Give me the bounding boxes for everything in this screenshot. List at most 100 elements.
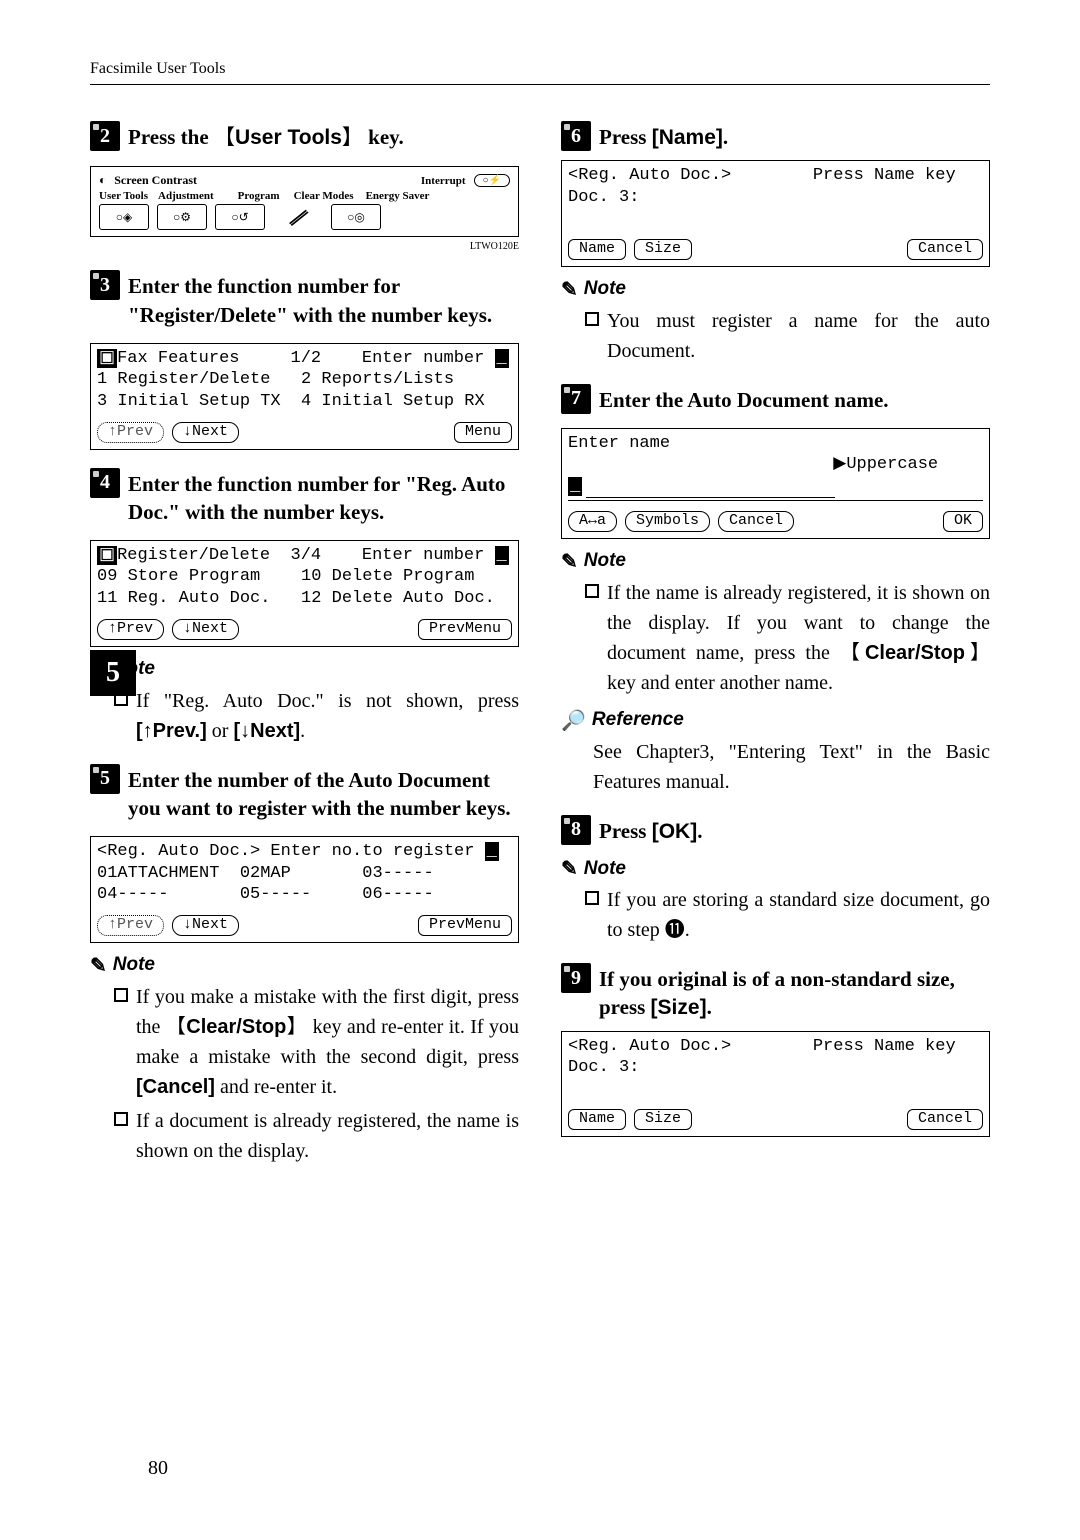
lcd4-next-button[interactable]: ↓Next (172, 619, 239, 640)
step-number-4: 4 (90, 468, 120, 498)
interrupt-label: Interrupt (421, 175, 466, 187)
reference-heading: Reference (592, 709, 684, 731)
name-softkey: Name (652, 126, 723, 149)
step8-b: . (697, 819, 702, 843)
step2-text-b: key. (363, 125, 404, 149)
note-icon: ✎ (561, 856, 578, 881)
note-heading: Note (584, 550, 626, 572)
bullet-icon (585, 584, 599, 598)
lcd5-prevmenu-button[interactable]: PrevMenu (418, 915, 512, 936)
ok-softkey: OK (652, 820, 698, 843)
lcd7-l1: Enter name (568, 433, 983, 454)
step-number-3: 3 (90, 270, 120, 300)
lcd-register-delete: ▣Register/Delete 3/4 Enter number _ 09 S… (90, 540, 519, 647)
note5a-tail: and re-enter it. (215, 1076, 337, 1098)
lcd3-prev-button[interactable]: ↑Prev (97, 422, 164, 443)
lcd4-l2: 11 Reg. Auto Doc. 12 Delete Auto Doc. (97, 588, 512, 609)
note8: If you are storing a standard size docum… (607, 885, 990, 945)
bullet-icon (114, 692, 128, 706)
screen-contrast-label: Screen Contrast (114, 173, 197, 188)
lcd9-l1: <Reg. Auto Doc.> Press Name key (568, 1036, 983, 1057)
step-number-6: 6 (561, 121, 591, 151)
lcd9-name-button[interactable]: Name (568, 1109, 626, 1130)
chapter-tab: 5 (90, 650, 136, 696)
panel-energysaver: Energy Saver (366, 190, 430, 202)
note4-tail: . (300, 720, 305, 742)
bullet-icon (585, 312, 599, 326)
lcd-fax-features: ▣Fax Features 1/2 Enter number _ 1 Regis… (90, 343, 519, 450)
panel-adjustment: Adjustment (158, 190, 214, 202)
lcd-reg-auto-doc-list: <Reg. Auto Doc.> Enter no.to register _ … (90, 836, 519, 943)
lcd9-size-button[interactable]: Size (634, 1109, 692, 1130)
lcd3-l2: 3 Initial Setup TX 4 Initial Setup RX (97, 391, 512, 412)
lcd7-cancel-button[interactable]: Cancel (718, 511, 794, 532)
control-panel-graphic: ◐ Screen Contrast Interrupt ○⚡ User Tool… (90, 166, 519, 237)
lcd6-name-button[interactable]: Name (568, 239, 626, 260)
lcd9-l2: Doc. 3: (568, 1057, 983, 1078)
bullet-icon (114, 1112, 128, 1126)
lcd6-cancel-button[interactable]: Cancel (907, 239, 983, 260)
step-8: 8 Press OK. ✎Note If you are storing a s… (561, 815, 990, 945)
lcd7-ok-button[interactable]: OK (943, 511, 983, 532)
lcd7-l2: ▶Uppercase (568, 454, 983, 475)
lcd9-cancel-button[interactable]: Cancel (907, 1109, 983, 1130)
lcd3-l1: 1 Register/Delete 2 Reports/Lists (97, 369, 512, 390)
step-number-7: 7 (561, 384, 591, 414)
lcd5-prev-button[interactable]: ↑Prev (97, 915, 164, 936)
panel-clearmodes: Clear Modes (294, 190, 354, 202)
panel-btn-5: ○◎ (331, 204, 381, 230)
size-softkey: Size (651, 996, 707, 1019)
lcd7-symbols-button[interactable]: Symbols (625, 511, 710, 532)
lcd5-l2: 04----- 05----- 06----- (97, 884, 512, 905)
reference-text: See Chapter3, "Entering Text" in the Bas… (593, 737, 990, 797)
panel-program: Program (238, 190, 280, 202)
user-tools-key: User Tools (214, 126, 363, 149)
step-4: 4 Enter the function number for "Reg. Au… (90, 468, 519, 746)
lcd4-prevmenu-button[interactable]: PrevMenu (418, 619, 512, 640)
note-heading: Note (584, 278, 626, 300)
note5b: If a document is already registered, the… (136, 1106, 519, 1166)
softkey-prev: ↑Prev. (136, 720, 207, 742)
step9-b: . (707, 995, 712, 1019)
note-icon: ✎ (561, 277, 578, 302)
lcd-reg-doc3: <Reg. Auto Doc.> Press Name key Doc. 3: … (561, 160, 990, 267)
step3-text: Enter the function number for "Register/… (128, 270, 519, 329)
step5-text: Enter the number of the Auto Document yo… (128, 764, 519, 823)
step6-b: . (723, 125, 728, 149)
clear-stop-key: Clear/Stop (166, 1016, 307, 1038)
panel-footer: LTWO120E (90, 241, 519, 252)
step-2: 2 Press the User Tools key. ◐ Screen Con… (90, 121, 519, 252)
step-3: 3 Enter the function number for "Registe… (90, 270, 519, 449)
interrupt-icon: ○⚡ (474, 174, 511, 187)
step-number-9: 9 (561, 963, 591, 993)
page-header: Facsimile User Tools (90, 60, 990, 85)
step-6: 6 Press Name. <Reg. Auto Doc.> Press Nam… (561, 121, 990, 366)
lcd7-case-button[interactable]: A↔a (568, 511, 617, 532)
step2-text-a: Press the (128, 125, 214, 149)
bullet-icon (585, 891, 599, 905)
lcd6-l1: <Reg. Auto Doc.> Press Name key (568, 165, 983, 186)
lcd6-l2: Doc. 3: (568, 187, 983, 208)
lcd4-prev-button[interactable]: ↑Prev (97, 619, 164, 640)
step-number-5: 5 (90, 764, 120, 794)
step-7: 7 Enter the Auto Document name. Enter na… (561, 384, 990, 797)
lcd5-next-button[interactable]: ↓Next (172, 915, 239, 936)
step7-text: Enter the Auto Document name. (599, 384, 889, 414)
step-5: 5 Enter the number of the Auto Document … (90, 764, 519, 1166)
lcd6-size-button[interactable]: Size (634, 239, 692, 260)
lcd3-next-button[interactable]: ↓Next (172, 422, 239, 443)
page-number: 80 (148, 1457, 168, 1480)
softkey-next: ↓Next (233, 720, 300, 742)
lcd3-title: Fax Features 1/2 Enter number (117, 349, 484, 368)
panel-btn-3: ○↺ (215, 204, 265, 230)
reference-icon: 🔎 (561, 708, 586, 733)
bullet-icon (114, 988, 128, 1002)
note4-a: If "Reg. Auto Doc." is not shown, press (136, 690, 519, 712)
lcd5-l1: 01ATTACHMENT 02MAP 03----- (97, 863, 512, 884)
contrast-icon: ◐ (99, 173, 106, 188)
step4-text: Enter the function number for "Reg. Auto… (128, 468, 519, 527)
note7-tail: key and enter another name. (607, 672, 833, 694)
step-9: 9 If you original is of a non-standard s… (561, 963, 990, 1137)
step-number-2: 2 (90, 121, 120, 151)
lcd3-menu-button[interactable]: Menu (454, 422, 512, 443)
